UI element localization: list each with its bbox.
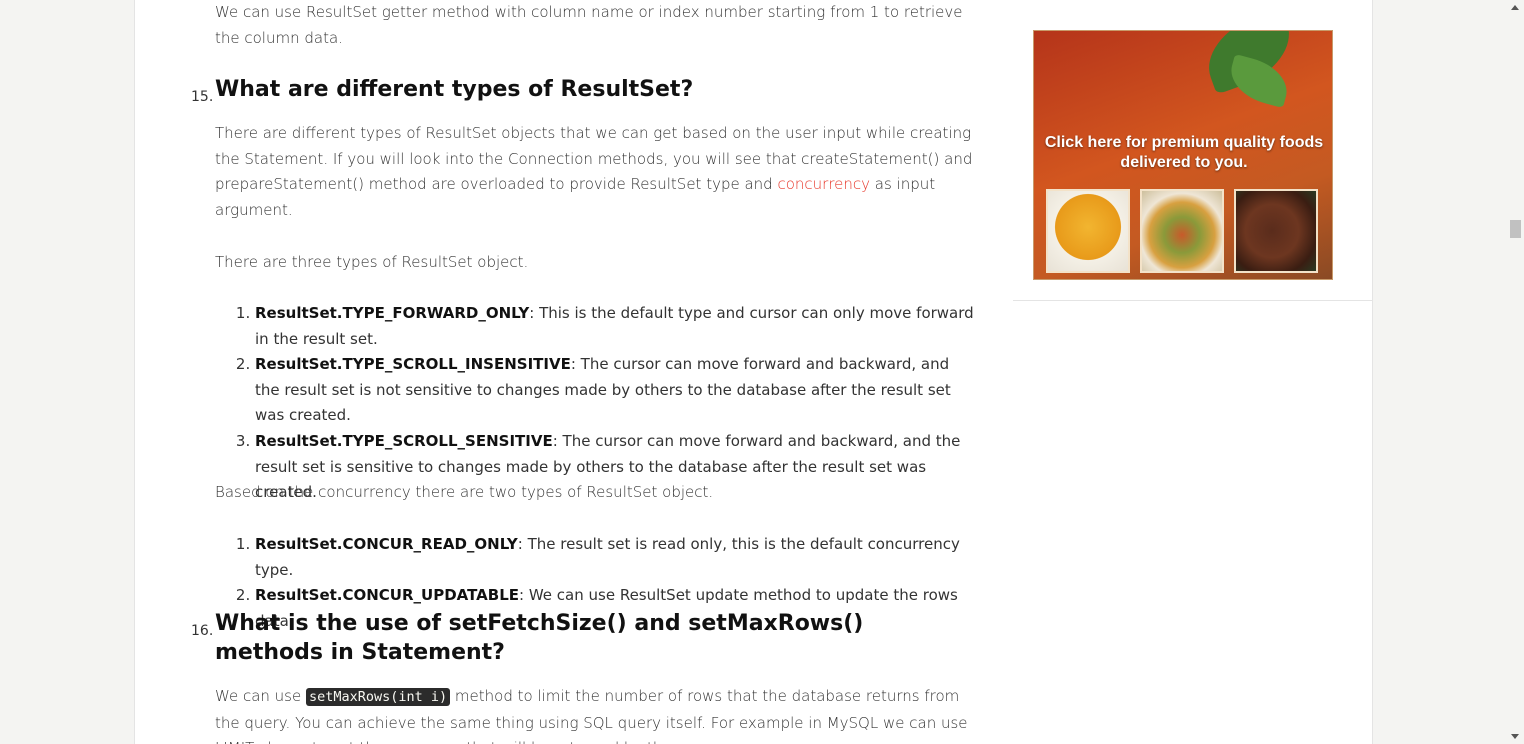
page-scrollbar[interactable] bbox=[1507, 0, 1524, 744]
type-name: ResultSet.TYPE_FORWARD_ONLY bbox=[255, 304, 530, 322]
list-item: ResultSet.TYPE_FORWARD_ONLY: This is the… bbox=[255, 301, 975, 352]
concurrency-name: ResultSet.CONCUR_READ_ONLY bbox=[255, 535, 518, 553]
q15-para2-text: There are three types of ResultSet objec… bbox=[215, 253, 529, 271]
question-15-para1: There are different types of ResultSet o… bbox=[215, 121, 975, 223]
question-16-number: 16. bbox=[191, 623, 214, 639]
mac-and-cheese-image bbox=[1046, 189, 1130, 273]
scroll-down-arrow-icon[interactable] bbox=[1511, 734, 1519, 739]
question-16-para1: We can use setMaxRows(int i) method to l… bbox=[215, 684, 975, 744]
pot-roast-image bbox=[1234, 189, 1318, 273]
list-item: ResultSet.CONCUR_READ_ONLY: The result s… bbox=[255, 532, 975, 583]
question-15-title: What are different types of ResultSet? bbox=[215, 77, 694, 102]
question-15-para3: Based on the concurrency there are two t… bbox=[215, 480, 975, 506]
scroll-up-arrow-icon[interactable] bbox=[1511, 5, 1519, 10]
type-name: ResultSet.TYPE_SCROLL_SENSITIVE bbox=[255, 431, 553, 450]
q16-para1-text-a: We can use bbox=[215, 687, 306, 705]
ad-headline: Click here for premium quality foods del… bbox=[1044, 134, 1324, 171]
setmaxrows-code: setMaxRows(int i) bbox=[305, 688, 451, 706]
q15-para3-text: Based on the concurrency there are two t… bbox=[215, 483, 714, 501]
question-15-heading: 15. What are different types of ResultSe… bbox=[191, 75, 694, 105]
question-15-number: 15. bbox=[191, 89, 214, 105]
basil-leaf-image bbox=[1224, 53, 1294, 109]
sidebar: Click here for premium quality foods del… bbox=[1013, 0, 1373, 744]
question-15-para2: There are three types of ResultSet objec… bbox=[215, 250, 975, 276]
scrollbar-thumb[interactable] bbox=[1510, 220, 1521, 238]
concurrency-link[interactable]: concurrency bbox=[777, 175, 870, 193]
concurrency-name: ResultSet.CONCUR_UPDATABLE bbox=[255, 586, 520, 605]
resultset-types-list: ResultSet.TYPE_FORWARD_ONLY: This is the… bbox=[175, 301, 975, 506]
stir-fry-image bbox=[1140, 189, 1224, 273]
intro-paragraph: We can use ResultSet getter method with … bbox=[215, 3, 963, 47]
sidebar-ad-widget: Click here for premium quality foods del… bbox=[1013, 0, 1372, 301]
question-16-heading: 16. What is the use of setFetchSize() an… bbox=[191, 609, 975, 667]
food-advertisement[interactable]: Click here for premium quality foods del… bbox=[1033, 30, 1333, 280]
list-item: ResultSet.TYPE_SCROLL_INSENSITIVE: The c… bbox=[255, 352, 975, 429]
article-main: We can use ResultSet getter method with … bbox=[134, 0, 1014, 744]
type-name: ResultSet.TYPE_SCROLL_INSENSITIVE bbox=[255, 355, 571, 374]
question-16-title: What is the use of setFetchSize() and se… bbox=[215, 611, 864, 665]
